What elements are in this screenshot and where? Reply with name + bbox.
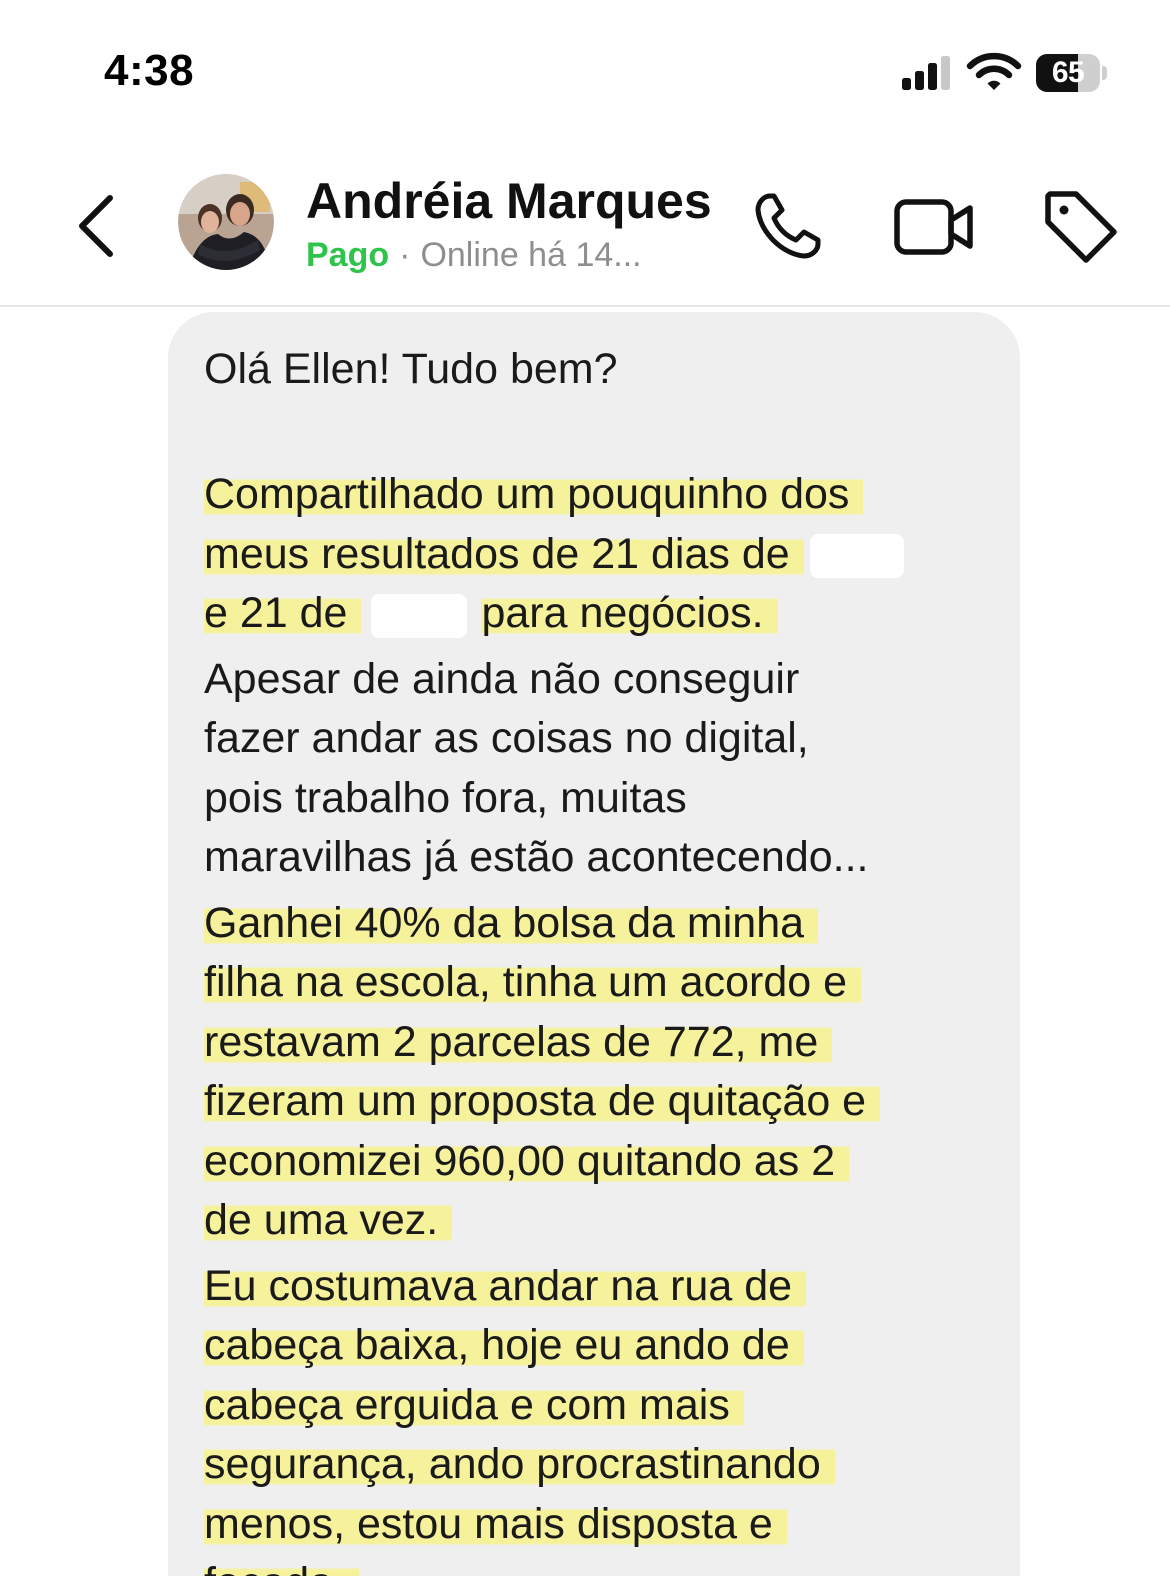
redacted-text <box>371 593 468 638</box>
message-paragraph-2: Apesar de ainda não conseguir fazer anda… <box>204 654 869 882</box>
tag-icon[interactable] <box>1040 186 1120 266</box>
battery-icon: 65 <box>1036 54 1107 92</box>
message-text: Olá Ellen! Tudo bem? Compartilhado um po… <box>204 340 1004 1576</box>
contact-subtitle: Pago · Online há 14... <box>306 236 642 275</box>
wifi-icon <box>966 52 1022 90</box>
signal-icon <box>902 56 950 90</box>
contact-name[interactable]: Andréia Marques <box>306 172 712 230</box>
highlighted-text: Ganhei 40% da bolsa da minha filha na es… <box>204 898 881 1244</box>
battery-cap <box>1102 66 1107 80</box>
separator-dot: · <box>399 236 411 274</box>
online-status: Online há 14... <box>420 236 642 274</box>
message-line: meus resultados de 21 dias de <box>204 529 790 578</box>
video-camera-icon[interactable] <box>892 188 976 264</box>
phone-icon[interactable] <box>748 186 828 266</box>
message-paragraph-1: Compartilhado um pouquinho dos meus resul… <box>204 406 1004 644</box>
message-paragraph-4: Eu costumava andar na rua de cabeça baix… <box>204 1257 1004 1576</box>
status-time: 4:38 <box>104 46 195 95</box>
paid-label: Pago <box>306 236 390 274</box>
chat-header: Andréia Marques Pago · Online há 14... <box>0 150 1170 307</box>
highlighted-text: para negócios. <box>481 589 778 637</box>
message-line: Compartilhado um pouquinho dos <box>204 470 850 518</box>
message-line: para negócios. <box>481 589 764 637</box>
battery-body: 65 <box>1036 54 1100 92</box>
avatar[interactable] <box>178 174 274 270</box>
highlighted-text: e 21 de <box>204 589 362 637</box>
message-greeting: Olá Ellen! Tudo bem? <box>204 345 618 393</box>
highlighted-text: Eu costumava andar na rua de cabeça baix… <box>204 1261 835 1576</box>
status-bar: 4:38 65 <box>0 0 1170 140</box>
chat-screen: 4:38 65 Andréia Marques Pago · Online há… <box>0 0 1170 1576</box>
message-line: e 21 de <box>204 589 348 637</box>
redacted-text <box>809 534 904 579</box>
message-paragraph-3: Ganhei 40% da bolsa da minha filha na es… <box>204 894 1004 1251</box>
back-chevron-icon[interactable] <box>66 186 126 266</box>
battery-level: 65 <box>1051 56 1085 89</box>
highlighted-text: Compartilhado um pouquinho dos meus resul… <box>204 470 864 578</box>
